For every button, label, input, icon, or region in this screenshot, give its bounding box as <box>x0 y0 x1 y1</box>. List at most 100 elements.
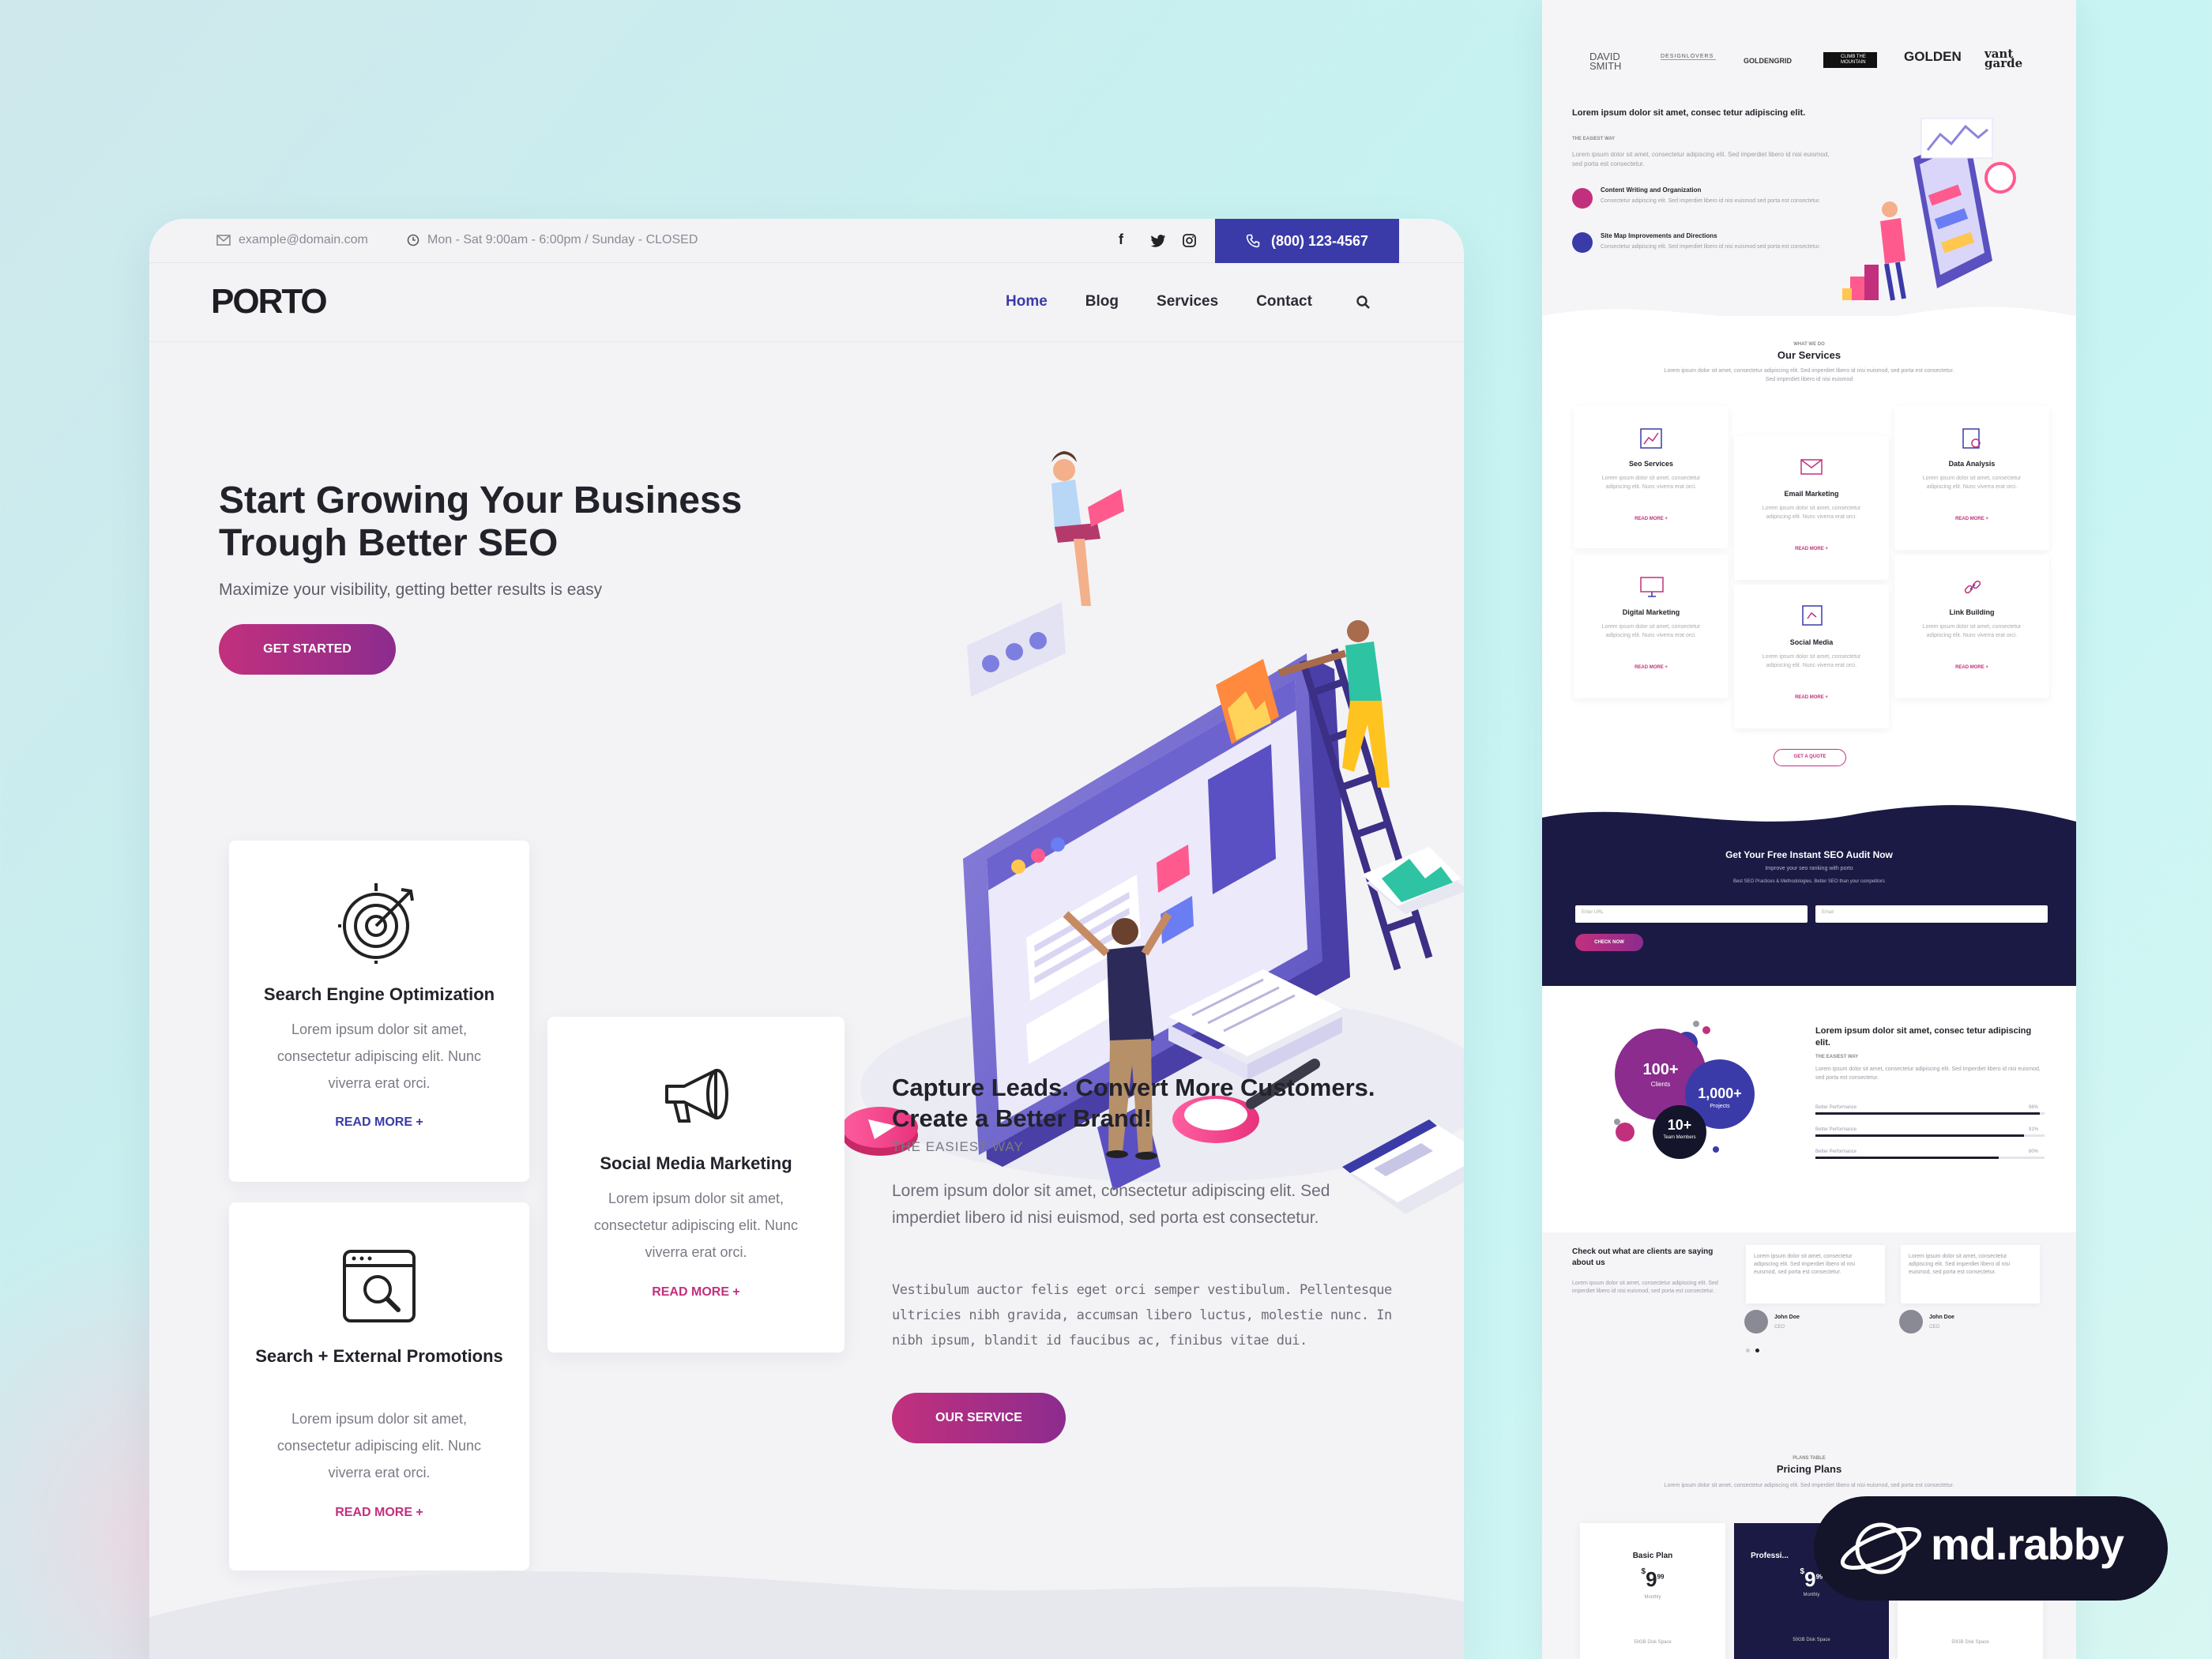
read-more-link[interactable]: READ MORE + <box>229 1506 529 1520</box>
feature-text-1: Consectetur adipiscing elit. Sed imperdi… <box>1601 198 1821 204</box>
service-title: Email Marketing <box>1784 490 1839 498</box>
feature-title-2: Site Map Improvements and Directions <box>1601 232 1717 239</box>
read-more-link[interactable]: READ MORE + <box>1734 695 1889 700</box>
service-title: Digital Marketing <box>1622 608 1680 616</box>
envelope-icon <box>216 235 231 246</box>
clients-count: 100+ <box>1642 1061 1679 1078</box>
service-desc: Lorem ipsum dolor sit amet, consectetur … <box>1601 624 1701 638</box>
service-desc: Lorem ipsum dolor sit amet, consectetur … <box>1601 476 1701 490</box>
hero-subtitle: Maximize your visibility, getting better… <box>219 581 603 599</box>
badge-text: md.rabby <box>1931 1519 2124 1569</box>
service-card-seo: Search Engine Optimization Lorem ipsum d… <box>229 841 529 1182</box>
url-input[interactable]: Enter URL <box>1575 905 1808 923</box>
carousel-dot-active[interactable] <box>1755 1349 1759 1352</box>
instagram-icon[interactable] <box>1183 234 1196 247</box>
service-desc: Lorem ipsum dolor sit amet, consectetur … <box>1922 476 2022 490</box>
phone-icon <box>1246 234 1260 248</box>
audit-subtitle-2: Best SEO Practices & Methodologies. Bett… <box>1732 879 1886 884</box>
testimonial-quote: Lorem ipsum dolor sit amet, consectetur … <box>1754 1254 1856 1275</box>
plan-note: 50GB Disk Space <box>1793 1638 1830 1642</box>
full-page-preview: DAVID SMITH DESIGNLOVERS GOLDENGRID CLIM… <box>1542 0 2076 1659</box>
phone-button[interactable]: (800) 123-4567 <box>1215 219 1399 263</box>
feature-text-2: Consectetur adipiscing elit. Sed imperdi… <box>1601 244 1821 250</box>
our-service-button[interactable]: OUR SERVICE <box>892 1393 1066 1443</box>
feature-title-1: Content Writing and Organization <box>1601 186 1702 194</box>
nav-home[interactable]: Home <box>1006 293 1048 310</box>
service-title: Link Building <box>1949 608 1995 616</box>
porto-logo[interactable]: PORTO <box>211 282 328 322</box>
feature-icon-1 <box>1572 188 1593 209</box>
get-a-quote-button[interactable]: GET A QUOTE <box>1774 749 1846 766</box>
service-desc: Lorem ipsum dolor sit amet, consectetur … <box>1762 654 1861 668</box>
service-title: Seo Services <box>1628 460 1674 468</box>
brand-logo-3: GOLDENGRID <box>1744 57 1793 65</box>
intro-title: Lorem ipsum dolor sit amet, consec tetur… <box>1572 108 1806 118</box>
email-info[interactable]: example@domain.com <box>216 233 368 247</box>
nav-services[interactable]: Services <box>1157 293 1218 310</box>
target-icon <box>338 883 414 964</box>
get-started-button[interactable]: GET STARTED <box>219 624 396 675</box>
service-title: Social Media <box>1789 638 1834 646</box>
carousel-dot[interactable] <box>1746 1349 1750 1352</box>
data-analysis-icon <box>1962 428 1981 449</box>
read-more-link[interactable]: READ MORE + <box>229 1115 529 1130</box>
read-more-link[interactable]: READ MORE + <box>1734 547 1889 551</box>
service-desc: Lorem ipsum dolor sit amet, consectetur … <box>1762 506 1861 520</box>
person-with-laptop <box>1051 451 1124 606</box>
testimonial-card: Lorem ipsum dolor sit amet, consectetur … <box>1746 1245 1885 1304</box>
plan-note: 50GB Disk Space <box>1951 1640 1989 1645</box>
intro-kicker: THE EASIEST WAY <box>1572 137 1616 141</box>
read-more-link[interactable]: READ MORE + <box>547 1285 845 1300</box>
testimonial-name: John Doe <box>1929 1315 1954 1320</box>
service-card-social: Social Media Marketing Lorem ipsum dolor… <box>547 1017 845 1352</box>
chat-bubble-graphic <box>967 602 1066 697</box>
services-text: Lorem ipsum dolor sit amet, consectetur … <box>1664 368 1954 382</box>
chart-icon <box>1640 428 1662 449</box>
progress-bar-fill <box>1815 1112 2040 1115</box>
section-kicker: THE EASIEST WAY <box>892 1139 1024 1154</box>
landing-page-mockup: example@domain.com Mon - Sat 9:00am - 6:… <box>149 219 1464 1659</box>
email-text: example@domain.com <box>239 233 368 246</box>
brand-logo-5: GOLDEN <box>1904 49 1962 64</box>
plan-name: Basic Plan <box>1632 1552 1673 1560</box>
hours-text: Mon - Sat 9:00am - 6:00pm / Sunday - CLO… <box>427 233 698 246</box>
read-more-link[interactable]: READ MORE + <box>1894 517 2049 521</box>
intro-text: Lorem ipsum dolor sit amet, consectetur … <box>1572 151 1830 167</box>
check-now-button[interactable]: CHECK NOW <box>1575 934 1643 951</box>
hero-title-line-1: Start Growing Your Business <box>219 480 743 521</box>
audit-subtitle: Improve your seo ranking with porto <box>1765 866 1853 871</box>
hero-title-line-2: Trough Better SEO <box>219 522 559 564</box>
nav-blog[interactable]: Blog <box>1085 293 1119 310</box>
facebook-icon[interactable]: f <box>1119 231 1123 248</box>
search-icon[interactable] <box>1356 295 1371 310</box>
testimonial-role: CEO <box>1929 1325 1940 1330</box>
read-more-link[interactable]: READ MORE + <box>1894 665 2049 670</box>
nav-contact[interactable]: Contact <box>1256 293 1312 310</box>
progress-bar <box>1815 1112 2045 1115</box>
avatar <box>1899 1310 1923 1334</box>
section-paragraph-2: Vestibulum auctor felis eget orci semper… <box>892 1282 1392 1349</box>
audit-title: Get Your Free Instant SEO Audit Now <box>1725 849 1893 860</box>
team-count: 10+ <box>1667 1117 1692 1133</box>
twitter-icon[interactable] <box>1150 234 1166 247</box>
progress-bar-fill <box>1815 1157 1999 1159</box>
stats-title: Lorem ipsum dolor sit amet, consec tetur… <box>1815 1026 2032 1048</box>
read-more-link[interactable]: READ MORE + <box>1574 665 1729 670</box>
plan-note: 50GB Disk Space <box>1634 1640 1672 1645</box>
email-input[interactable]: Email <box>1815 905 2048 923</box>
planet-icon <box>1840 1522 1922 1574</box>
service-card-promotions: Search + External Promotions Lorem ipsum… <box>229 1202 529 1571</box>
read-more-link[interactable]: READ MORE + <box>1574 517 1729 521</box>
testimonial-role: CEO <box>1774 1325 1785 1330</box>
link-icon <box>1964 580 1981 594</box>
testimonial-card: Lorem ipsum dolor sit amet, consectetur … <box>1901 1245 2040 1304</box>
hours-info: Mon - Sat 9:00am - 6:00pm / Sunday - CLO… <box>407 233 698 247</box>
progress-bar <box>1815 1134 2045 1137</box>
brand-logo-4: CLIMB THE MOUNTAIN <box>1823 52 1877 68</box>
card-description: Lorem ipsum dolor sit amet, consectetur … <box>593 1191 799 1260</box>
site-header: PORTO Home Blog Services Contact <box>149 263 1464 342</box>
megaphone-icon <box>665 1069 728 1123</box>
phone-number: (800) 123-4567 <box>1270 232 1369 249</box>
clock-icon <box>407 234 419 246</box>
pricing-title: Pricing Plans <box>1776 1463 1842 1475</box>
